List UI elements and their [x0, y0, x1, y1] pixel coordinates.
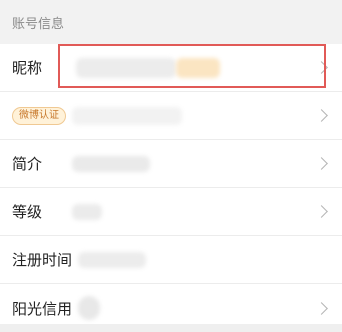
level-row[interactable]: 等级 [0, 188, 342, 236]
bio-row[interactable]: 简介 [0, 140, 342, 188]
weibo-verified-badge: 微博认证 [12, 106, 66, 125]
chevron-right-icon [315, 301, 328, 315]
nickname-value-redacted-accent [176, 58, 220, 78]
chevron-right-icon [315, 157, 328, 170]
chevron-right-icon [315, 61, 328, 74]
register-time-row: 注册时间 [0, 236, 342, 284]
register-time-label: 注册时间 [12, 251, 73, 269]
bio-label: 简介 [12, 155, 43, 173]
verification-value-redacted [72, 107, 182, 125]
nickname-value-redacted [76, 58, 176, 78]
verification-row[interactable]: 微博认证 [0, 92, 342, 140]
nickname-label: 昵称 [12, 59, 43, 77]
sunshine-credit-value-redacted [78, 296, 100, 320]
nickname-row[interactable]: 昵称 [0, 44, 342, 92]
bio-value-redacted [72, 156, 150, 172]
level-label: 等级 [12, 203, 43, 221]
sunshine-credit-label: 阳光信用 [12, 299, 73, 318]
section-header: 账号信息 [0, 0, 342, 44]
account-info-list: 昵称 微博认证 简介 等级 注册时间 阳光信用 [0, 44, 342, 332]
bottom-spacer [0, 324, 342, 332]
chevron-right-icon [315, 109, 328, 122]
level-value-redacted [72, 204, 102, 220]
chevron-right-icon [315, 205, 328, 218]
register-time-value-redacted [78, 252, 146, 268]
section-title: 账号信息 [12, 16, 65, 32]
